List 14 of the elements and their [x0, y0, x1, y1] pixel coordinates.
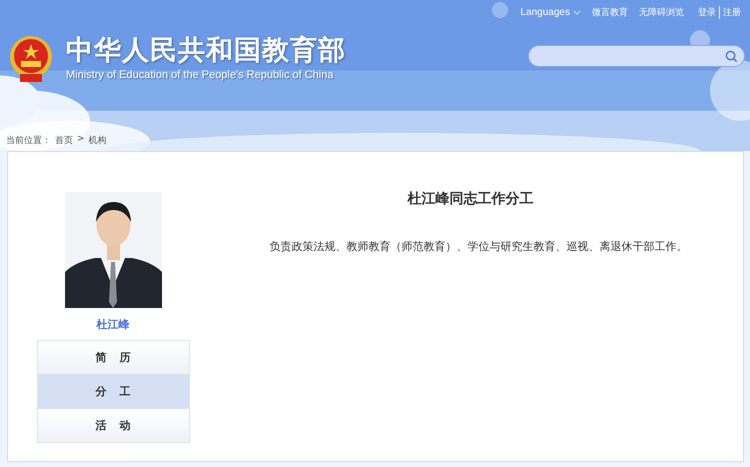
search-field[interactable] [528, 45, 745, 67]
breadcrumb-link[interactable]: 机构 [88, 134, 107, 147]
profile-tab[interactable]: 分工 [38, 374, 188, 408]
site-title: 中华人民共和国教育部 [66, 35, 346, 67]
profile-tab[interactable]: 活动 [38, 408, 188, 442]
breadcrumb-separator: > [77, 134, 85, 146]
article-title: 杜江峰同志工作分工 [408, 190, 534, 208]
breadcrumb-label: 当前位置： [6, 134, 51, 147]
person-name: 杜江峰 [96, 317, 130, 332]
site-subtitle: Ministry of Education of the People's Republic of China [66, 69, 334, 81]
caret-icon [573, 10, 581, 14]
breadcrumb-link[interactable]: 首页 [55, 134, 73, 147]
article-text: 负责政策法规、教师教育（师范教育）、学位与研究生教育、巡视、离退休干部工作。 [268, 239, 688, 254]
search-icon[interactable] [725, 50, 738, 62]
